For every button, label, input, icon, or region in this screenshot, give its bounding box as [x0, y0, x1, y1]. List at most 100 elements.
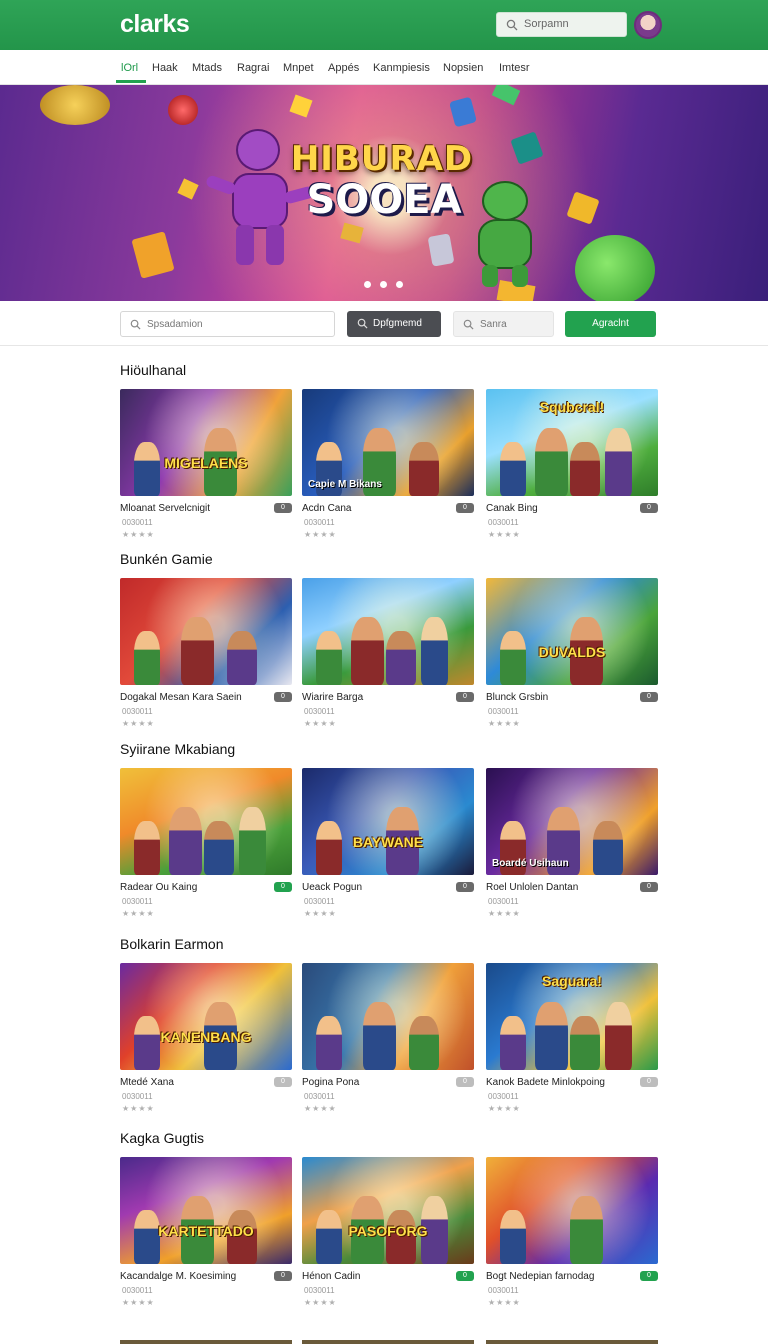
search-icon — [506, 19, 518, 31]
thumbnail-banner-text: KANENBANG — [160, 1029, 252, 1045]
game-card[interactable]: PASOFORG Hénon Cadin 0 0030011 ★★★★ — [302, 1157, 474, 1309]
hero-banner[interactable]: HIBURAD SOOEA — [0, 85, 768, 301]
game-card[interactable]: Wiarire Barga 0 0030011 ★★★★ — [302, 578, 474, 730]
game-thumbnail[interactable] — [302, 963, 474, 1070]
character-figure — [605, 1002, 632, 1070]
next-row-thumbnail[interactable] — [120, 1340, 292, 1344]
game-title[interactable]: Ueack Pogun — [302, 882, 362, 893]
game-card[interactable]: DUVALDS Blunck Grsbin 0 0030011 ★★★★ — [486, 578, 658, 730]
game-title[interactable]: Kanok Badete Minlokpoing — [486, 1077, 605, 1088]
game-card[interactable]: MIGELAENS Mloanat Servelcnigit 0 0030011 ★★★… — [120, 389, 292, 541]
game-card[interactable]: Squbcral! Canak Bing 0 0030011 ★★★★ — [486, 389, 658, 541]
apply-filter-button[interactable]: Agraclnt — [565, 311, 656, 337]
game-thumbnail[interactable]: MIGELAENS — [120, 389, 292, 496]
game-thumbnail[interactable] — [120, 768, 292, 875]
game-thumbnail[interactable] — [120, 578, 292, 685]
game-card[interactable]: Radear Ou Kaing 0 0030011 ★★★★ — [120, 768, 292, 920]
game-card[interactable]: KARTETTADO Kacandalge M. Koesiming 0 003001… — [120, 1157, 292, 1309]
site-logo[interactable]: clarks — [120, 10, 190, 39]
secondary-filter-placeholder: Sanra — [480, 319, 507, 330]
game-title[interactable]: Dogakal Mesan Kara Saein — [120, 692, 242, 703]
game-title[interactable]: Wiarire Barga — [302, 692, 363, 703]
next-row-thumbnail[interactable] — [302, 1340, 474, 1344]
user-avatar[interactable] — [634, 11, 662, 39]
game-thumbnail[interactable]: PASOFORG — [302, 1157, 474, 1264]
game-card[interactable]: Bogt Nedepian farnodag 0 0030011 ★★★★ — [486, 1157, 658, 1309]
character-figure — [409, 1016, 440, 1070]
nav-item-2[interactable]: Haak — [152, 62, 178, 74]
game-title[interactable]: Acdn Cana — [302, 503, 351, 514]
thumbnail-banner-text: KARTETTADO — [158, 1223, 254, 1239]
nav-item-7[interactable]: Kanmpiesis — [373, 62, 430, 74]
rating-badge: 0 — [640, 692, 658, 702]
game-title[interactable]: Mtedé Xana — [120, 1077, 174, 1088]
character-figure — [500, 442, 526, 496]
game-thumbnail[interactable]: Squbcral! — [486, 389, 658, 496]
game-thumbnail[interactable]: KANENBANG — [120, 963, 292, 1070]
carousel-dot[interactable] — [380, 281, 387, 288]
game-card[interactable]: KANENBANG Mtedé Xana 0 0030011 ★★★★ — [120, 963, 292, 1115]
game-title[interactable]: Radear Ou Kaing — [120, 882, 197, 893]
section-title: Syiirane Mkabiang — [120, 741, 236, 757]
game-card[interactable]: BAYWANE Ueack Pogun 0 0030011 ★★★★ — [302, 768, 474, 920]
game-title[interactable]: Kacandalge M. Koesiming — [120, 1271, 236, 1282]
game-card[interactable]: Boardé Usihaun Roel Unlolen Dantan 0 003001… — [486, 768, 658, 920]
character-figure — [180, 617, 214, 685]
character-figure — [500, 1210, 526, 1264]
character-figure — [409, 442, 440, 496]
game-card[interactable]: Capie M Bikans Acdn Cana 0 0030011 ★★★★ — [302, 389, 474, 541]
star-rating: ★★★★ — [488, 719, 521, 728]
game-meta: 0030011 — [488, 897, 519, 906]
game-search-input[interactable]: Spsadamion — [120, 311, 335, 337]
secondary-filter-input[interactable]: Sanra — [453, 311, 554, 337]
nav-item-5[interactable]: Mnpet — [283, 62, 314, 74]
star-rating: ★★★★ — [122, 719, 155, 728]
character-figure — [316, 631, 342, 685]
thumbnail-banner-text: BAYWANE — [352, 834, 424, 850]
hero-title-line2: SOOEA — [306, 177, 462, 223]
nav-item-4[interactable]: Ragrai — [237, 62, 269, 74]
game-meta: 0030011 — [122, 1092, 153, 1101]
header-search-input[interactable]: Sorpamn — [496, 12, 627, 37]
nav-item-1[interactable]: lOrl — [121, 62, 138, 74]
main-nav: lOrl Haak Mtads Ragrai Mnpet Appés Kanmp… — [0, 50, 768, 85]
game-title[interactable]: Bogt Nedepian farnodag — [486, 1271, 594, 1282]
game-thumbnail[interactable] — [486, 1157, 658, 1264]
star-rating: ★★★★ — [122, 1298, 155, 1307]
section-title: Bunkén Gamie — [120, 551, 213, 567]
top-header: clarks Sorpamn — [0, 0, 768, 50]
game-thumbnail[interactable]: Saguara! — [486, 963, 658, 1070]
nav-item-3[interactable]: Mtads — [192, 62, 222, 74]
game-card[interactable]: Pogina Pona 0 0030011 ★★★★ — [302, 963, 474, 1115]
game-thumbnail[interactable]: Capie M Bikans — [302, 389, 474, 496]
header-search-placeholder: Sorpamn — [524, 18, 569, 30]
game-thumbnail[interactable]: Boardé Usihaun — [486, 768, 658, 875]
carousel-dot[interactable] — [364, 281, 371, 288]
game-thumbnail[interactable]: BAYWANE — [302, 768, 474, 875]
game-meta: 0030011 — [304, 897, 335, 906]
game-title[interactable]: Hénon Cadin — [302, 1271, 360, 1282]
search-icon — [357, 318, 368, 329]
game-thumbnail[interactable]: KARTETTADO — [120, 1157, 292, 1264]
game-title[interactable]: Pogina Pona — [302, 1077, 359, 1088]
category-select[interactable]: Dpfgmemd — [347, 311, 441, 337]
game-thumbnail[interactable]: DUVALDS — [486, 578, 658, 685]
nav-item-6[interactable]: Appés — [328, 62, 359, 74]
character-figure — [535, 428, 568, 496]
character-figure — [421, 617, 448, 685]
game-title[interactable]: Roel Unlolen Dantan — [486, 882, 578, 893]
game-thumbnail[interactable] — [302, 578, 474, 685]
star-rating: ★★★★ — [488, 1104, 521, 1113]
character-figure — [227, 631, 258, 685]
carousel-dot[interactable] — [396, 281, 403, 288]
next-row-thumbnail[interactable] — [486, 1340, 658, 1344]
game-title[interactable]: Mloanat Servelcnigit — [120, 503, 210, 514]
nav-item-8[interactable]: Nopsien — [443, 62, 483, 74]
rating-badge: 0 — [640, 1077, 658, 1087]
game-title[interactable]: Canak Bing — [486, 503, 538, 514]
nav-item-9[interactable]: Imtesr — [499, 62, 530, 74]
character-figure — [134, 821, 160, 875]
game-card[interactable]: Saguara! Kanok Badete Minlokpoing 0 0030011… — [486, 963, 658, 1115]
game-card[interactable]: Dogakal Mesan Kara Saein 0 0030011 ★★★★ — [120, 578, 292, 730]
game-title[interactable]: Blunck Grsbin — [486, 692, 548, 703]
